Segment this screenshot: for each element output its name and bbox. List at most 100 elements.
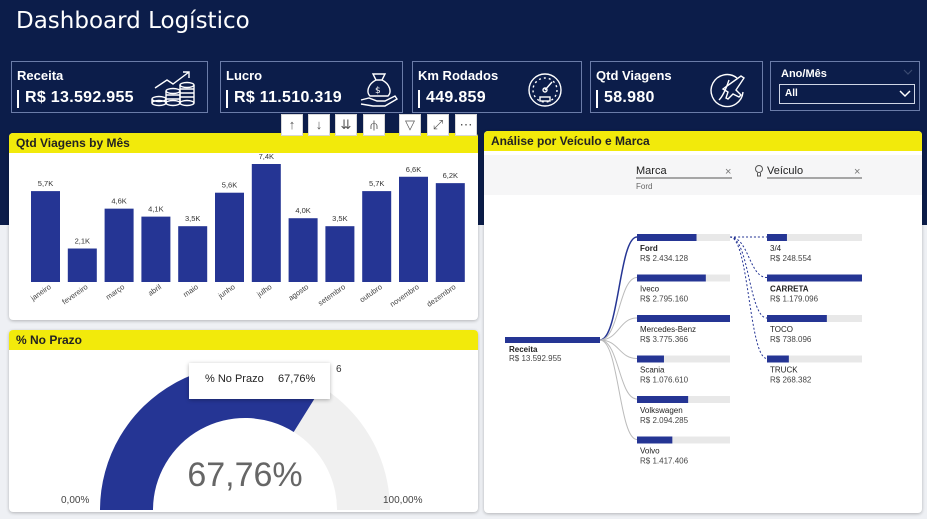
kpi-accent-bar xyxy=(226,90,228,108)
x-tick-label: março xyxy=(104,282,126,301)
data-label: 3,5K xyxy=(332,214,347,223)
kpi-label: Km Rodados xyxy=(418,68,499,83)
tree-bar-scania xyxy=(637,355,664,363)
gauge-tooltip: % No Prazo 67,76% xyxy=(189,363,330,399)
tree-root-label: Receita xyxy=(509,345,538,354)
bar-janeiro xyxy=(31,191,60,282)
x-tick-label: setembro xyxy=(316,282,347,307)
bar-fevereiro xyxy=(67,248,97,282)
bar-agosto xyxy=(288,218,318,282)
x-tick-label: junho xyxy=(216,282,237,300)
tree-node-label: Mercedes-Benz xyxy=(640,325,696,334)
drill-up-icon[interactable]: ↑ xyxy=(281,114,303,136)
tree-node-label: Volkswagen xyxy=(640,406,683,415)
bar-maio xyxy=(178,226,208,282)
tree-root-value: R$ 13.592.955 xyxy=(509,354,562,363)
tree-node-value: R$ 738.096 xyxy=(770,335,812,344)
tree-connector xyxy=(729,236,768,359)
data-label: 4,6K xyxy=(111,197,126,206)
tree-node-label: Iveco xyxy=(640,285,660,294)
data-label: 2,1K xyxy=(75,237,90,246)
kpi-card-km-rodados[interactable]: Km Rodados 449.859 xyxy=(412,61,582,113)
tree-level-veiculo[interactable]: Veículo xyxy=(767,165,803,177)
more-options-icon[interactable]: ⋯ xyxy=(455,114,477,136)
bar-chart-panel[interactable]: Qtd Viagens by Mês 5,7K janeiro 2,1K fevere… xyxy=(9,133,478,320)
data-label: 6,6K xyxy=(406,165,421,174)
bar-março xyxy=(104,208,134,282)
money-bag-hand-icon: $ xyxy=(360,73,398,107)
tree-node-label: Scania xyxy=(640,366,665,375)
tree-bar-truck xyxy=(767,355,789,363)
tree-bar-volkswagen xyxy=(637,396,689,403)
close-icon[interactable]: × xyxy=(854,166,860,178)
gauge-max-label: 100,00% xyxy=(383,495,423,506)
kpi-label: Receita xyxy=(17,68,64,83)
tree-node-value: R$ 3.775.366 xyxy=(640,335,689,344)
visual-header-toolbar: ↑ ↓ ⇊ ⫛ ▽ ⤢ ⋯ xyxy=(281,114,481,136)
gauge-value-label: 67,76% xyxy=(187,456,302,494)
data-label: 3,5K xyxy=(185,214,200,223)
tree-connector xyxy=(599,236,638,341)
bar-outubro xyxy=(362,191,392,282)
kpi-label: Qtd Viagens xyxy=(596,68,672,83)
x-tick-label: janeiro xyxy=(28,282,52,303)
kpi-card-receita[interactable]: Receita R$ 13.592.955 xyxy=(11,61,208,113)
decomposition-tree: Marca × Ford Veículo × ReceitaR$ 13.592.… xyxy=(484,155,922,466)
kpi-value: 58.980 xyxy=(604,89,655,106)
tree-node-value: R$ 248.554 xyxy=(770,254,812,263)
chevron-down-icon xyxy=(899,90,911,98)
data-label: 5,7K xyxy=(369,179,384,188)
tree-bar-volvo xyxy=(637,436,673,444)
tree-bar-ford xyxy=(637,234,697,241)
tree-node-label: CARRETA xyxy=(770,285,809,294)
tree-bar-3/4 xyxy=(767,234,787,241)
bar-dezembro xyxy=(435,183,465,282)
kpi-value: R$ 11.510.319 xyxy=(234,89,342,106)
tree-node-label: Volvo xyxy=(640,447,660,456)
x-tick-label: maio xyxy=(181,282,199,299)
svg-text:$: $ xyxy=(375,86,381,96)
drill-down-icon[interactable]: ↓ xyxy=(308,114,330,136)
tree-root-bar xyxy=(505,337,600,343)
chevron-down-icon xyxy=(903,69,913,75)
bar-abril xyxy=(141,216,171,282)
bar-julho xyxy=(251,164,281,282)
x-tick-label: dezembro xyxy=(425,282,457,309)
kpi-accent-bar xyxy=(596,90,598,108)
tree-connector xyxy=(729,236,768,319)
tree-node-value: R$ 2.434.128 xyxy=(640,254,689,263)
tooltip-value: 67,76% xyxy=(278,373,316,385)
tree-connector xyxy=(729,236,768,278)
data-label: 4,0K xyxy=(295,206,310,215)
x-tick-label: outubro xyxy=(358,282,384,304)
close-icon[interactable]: × xyxy=(725,166,731,178)
kpi-label: Lucro xyxy=(226,68,263,83)
kpi-value: R$ 13.592.955 xyxy=(25,89,134,106)
slicer-selected-value: All xyxy=(785,88,798,99)
gauge-panel[interactable]: % No Prazo 6 67,76% 0,00% 100,00% xyxy=(9,330,478,512)
bar-chart: 5,7K janeiro 2,1K fevereiro 4,6K março 4,1K abr… xyxy=(28,152,465,309)
data-label: 6,2K xyxy=(443,171,458,180)
tree-bar-iveco xyxy=(637,274,706,282)
tree-bar-carreta xyxy=(767,274,862,282)
x-tick-label: julho xyxy=(254,282,273,299)
slicer-dropdown[interactable]: All xyxy=(779,84,915,104)
tree-level-marca[interactable]: Marca xyxy=(636,165,667,177)
data-label: 5,6K xyxy=(222,181,237,190)
kpi-accent-bar xyxy=(17,90,19,108)
focus-mode-icon[interactable]: ⤢ xyxy=(427,114,449,136)
x-tick-label: agosto xyxy=(287,282,311,302)
expand-hierarchy-icon[interactable]: ⫛ xyxy=(363,114,385,136)
tree-connector xyxy=(599,339,638,440)
expand-next-level-icon[interactable]: ⇊ xyxy=(335,114,357,136)
tree-node-label: Ford xyxy=(640,244,658,253)
bar-setembro xyxy=(325,226,355,282)
airplane-globe-icon xyxy=(710,73,745,108)
kpi-accent-bar xyxy=(418,90,420,108)
tree-node-value: R$ 1.179.096 xyxy=(770,295,819,304)
x-tick-label: fevereiro xyxy=(60,282,89,306)
kpi-card-lucro[interactable]: Lucro R$ 11.510.319 $ xyxy=(220,61,403,113)
decomposition-tree-panel[interactable]: Análise por Veículo e Marca Marca × Ford… xyxy=(484,131,922,513)
kpi-card-qtd-viagens[interactable]: Qtd Viagens 58.980 xyxy=(590,61,763,113)
filter-icon[interactable]: ▽ xyxy=(399,114,421,136)
